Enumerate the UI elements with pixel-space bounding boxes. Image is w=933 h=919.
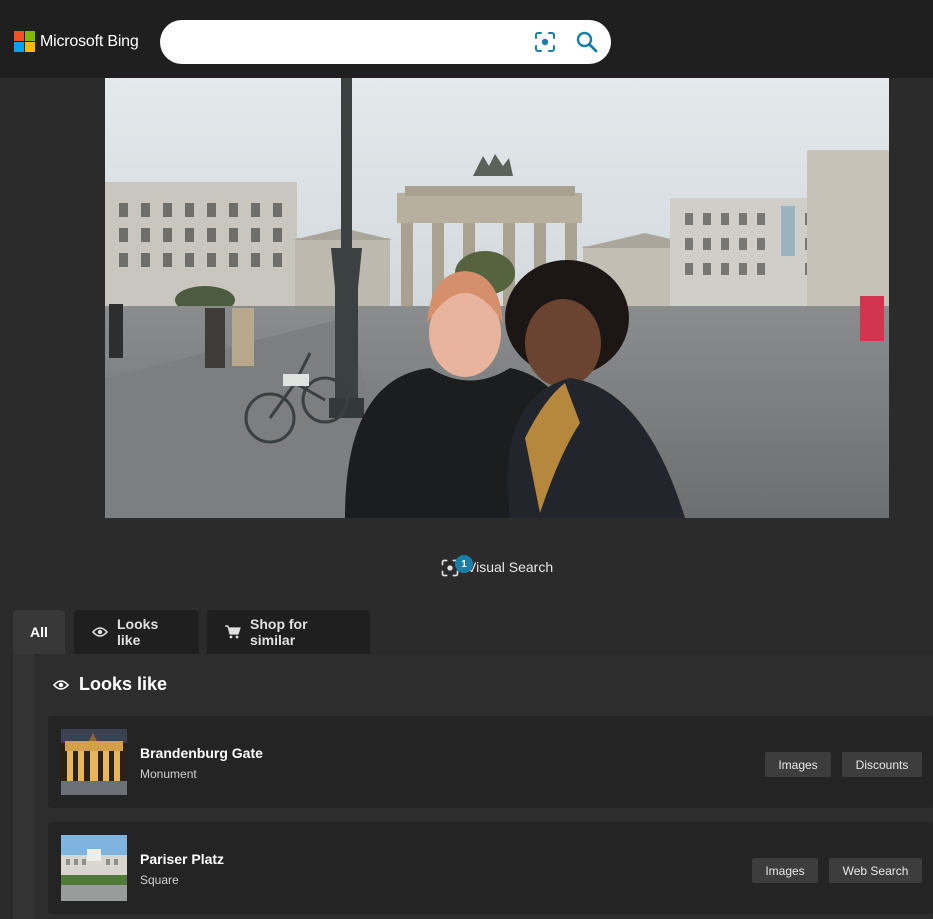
- tab-all-label: All: [30, 624, 48, 640]
- discounts-button[interactable]: Discounts: [842, 752, 922, 777]
- result-card-brandenburg-gate[interactable]: Brandenburg Gate Monument Images Discoun…: [48, 716, 933, 808]
- result-thumbnail[interactable]: [61, 729, 127, 795]
- visual-search-label: Visual Search: [467, 559, 554, 575]
- search-input[interactable]: [178, 32, 528, 52]
- cart-icon: [225, 625, 241, 639]
- result-type: Square: [140, 873, 179, 887]
- visual-search-icon[interactable]: [533, 30, 557, 54]
- search-box: [160, 20, 611, 64]
- images-button[interactable]: Images: [752, 858, 818, 883]
- result-thumbnail[interactable]: [61, 835, 127, 901]
- tab-shop-for-similar[interactable]: Shop for similar: [207, 610, 370, 654]
- visual-search-count-badge: 1: [455, 555, 473, 573]
- tab-shop-for-similar-label: Shop for similar: [250, 616, 308, 648]
- eye-icon: [53, 679, 69, 691]
- visual-search-icon: 1: [440, 555, 473, 578]
- section-title: Looks like: [79, 674, 168, 694]
- images-button[interactable]: Images: [765, 752, 831, 777]
- eye-icon: [92, 626, 108, 638]
- tab-all[interactable]: All: [13, 610, 65, 654]
- search-icon[interactable]: [574, 29, 600, 55]
- tab-looks-like-label: Looks like: [117, 616, 159, 648]
- result-name[interactable]: Brandenburg Gate: [140, 745, 263, 761]
- result-card-pariser-platz[interactable]: Pariser Platz Square Images Web Search: [48, 822, 933, 914]
- result-type: Monument: [140, 767, 197, 781]
- header-bar: Microsoft Bing: [0, 0, 933, 78]
- result-name[interactable]: Pariser Platz: [140, 851, 224, 867]
- visual-search-button[interactable]: 1 Visual Search: [440, 544, 553, 580]
- web-search-button[interactable]: Web Search: [829, 858, 922, 883]
- microsoft-logo-icon: [14, 31, 35, 52]
- uploaded-photo: [105, 78, 889, 518]
- tab-looks-like[interactable]: Looks like: [74, 610, 199, 654]
- section-heading: Looks like: [53, 674, 167, 695]
- brand-name: Microsoft Bing: [40, 32, 139, 50]
- bing-logo[interactable]: Microsoft Bing: [14, 31, 139, 52]
